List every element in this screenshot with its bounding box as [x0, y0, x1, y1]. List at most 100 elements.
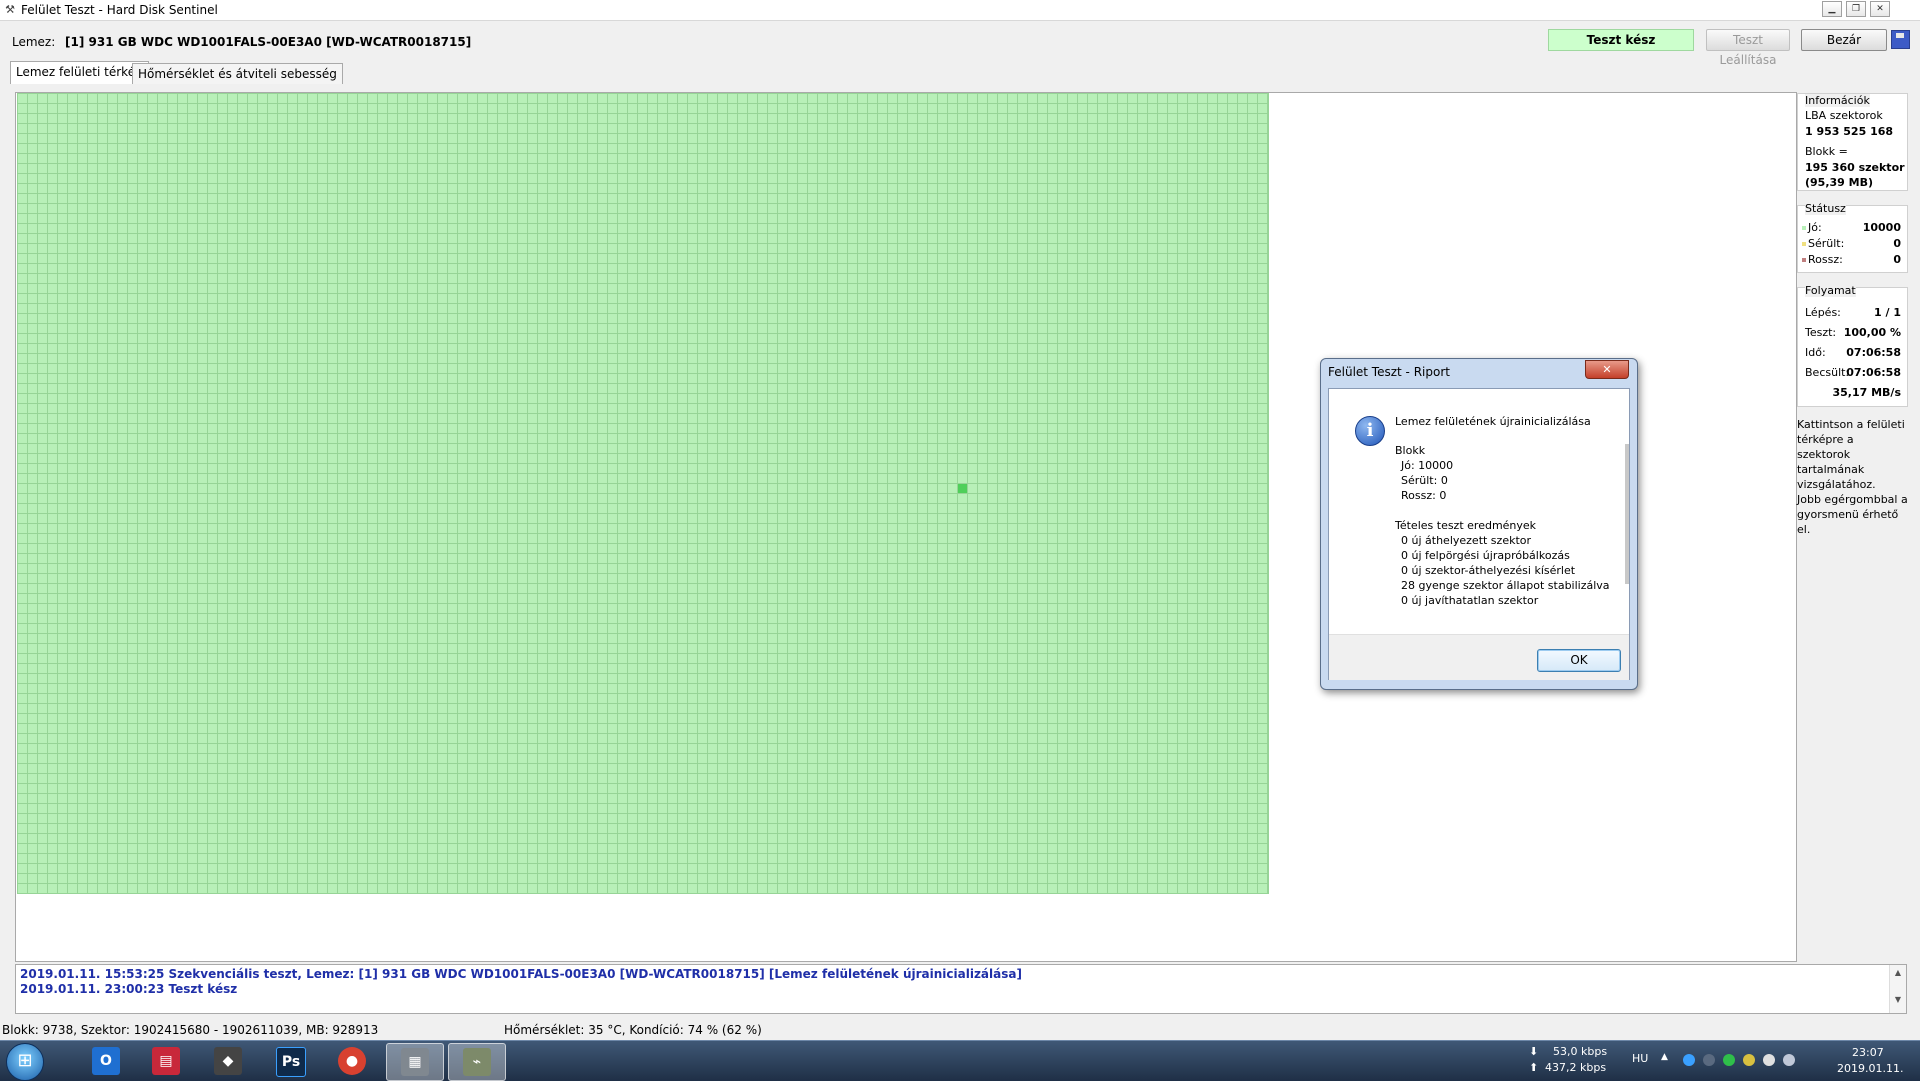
close-icon[interactable]: ✕ — [1870, 1, 1890, 17]
upload-arrow-icon: ⬆ — [1529, 1061, 1539, 1074]
dialog-result: 0 új áthelyezett szektor — [1401, 534, 1532, 547]
dialog-title: Felület Teszt - Riport — [1328, 365, 1450, 379]
status-title: Státusz — [1805, 202, 1846, 215]
dialog-block-good: Jó: 10000 — [1401, 459, 1454, 472]
info-title: Információk — [1805, 94, 1870, 107]
lba-value: 1 953 525 168 — [1805, 125, 1894, 138]
alien-icon: ◆ — [214, 1047, 242, 1075]
log-line: 2019.01.11. 23:00:23 Teszt kész — [20, 982, 238, 996]
hint-click: Kattintson a felületi térképre a szektor… — [1797, 418, 1905, 491]
dialog-result: 0 új szektor-áthelyezési kísérlet — [1401, 564, 1576, 577]
dialog-result: 28 gyenge szektor állapot stabilizálva — [1401, 579, 1610, 592]
dialog-block-title: Blokk — [1395, 444, 1426, 457]
block-label: Blokk = — [1805, 145, 1848, 158]
download-arrow-icon: ⬇ — [1529, 1045, 1539, 1058]
time-label: Idő: — [1805, 346, 1826, 359]
statusbar-block-info: Blokk: 9738, Szektor: 1902415680 - 19026… — [2, 1023, 379, 1037]
language-indicator[interactable]: HU — [1632, 1052, 1648, 1065]
test-value: 100,00 % — [1843, 326, 1901, 339]
start-button[interactable] — [6, 1043, 44, 1081]
tray-volume-icon[interactable] — [1783, 1054, 1795, 1066]
step-value: 1 / 1 — [1874, 306, 1901, 319]
disk-selector[interactable]: [1] 931 GB WDC WD1001FALS-00E3A0 [WD-WCA… — [65, 35, 471, 49]
lba-label: LBA szektorok — [1805, 109, 1883, 122]
photoshop-icon: Ps — [276, 1047, 306, 1077]
hint-right-click: Jobb egérgombbal a gyorsmenü érhető el. — [1797, 493, 1908, 536]
time-value: 07:06:58 — [1846, 346, 1901, 359]
log-line: 2019.01.11. 15:53:25 Szekvenciális teszt… — [20, 967, 1022, 981]
test-label: Teszt: — [1805, 326, 1837, 339]
net-up: 437,2 kbps — [1545, 1061, 1607, 1074]
hd-sentinel-icon: ⌁ — [463, 1048, 491, 1076]
damaged-legend — [1802, 242, 1806, 246]
dialog-result: 0 új felpörgési újrapróbálkozás — [1401, 549, 1570, 562]
status-bad-value: 0 — [1893, 253, 1901, 266]
disk-tool-icon: ▦ — [401, 1048, 429, 1076]
status-bad-row: Rossz: — [1802, 253, 1843, 266]
taskbar-app-outlook[interactable]: O — [78, 1043, 134, 1079]
save-icon[interactable] — [1891, 30, 1910, 49]
bad-legend — [1802, 258, 1806, 262]
clock-time[interactable]: 23:07 — [1852, 1046, 1884, 1059]
step-label: Lépés: — [1805, 306, 1841, 319]
tray-security-icon[interactable] — [1723, 1054, 1735, 1066]
dialog-body: i Lemez felületének újrainicializálása B… — [1328, 388, 1630, 680]
block-value: 195 360 szektor — [1805, 161, 1905, 174]
app-icon: ⚒ — [5, 3, 15, 16]
info-icon: i — [1355, 416, 1385, 446]
taskbar-app-photoshop[interactable]: Ps — [262, 1043, 318, 1079]
progress-panel: Folyamat Lépés: 1 / 1 Teszt: 100,00 % Id… — [1797, 284, 1908, 407]
current-block — [958, 484, 967, 493]
dialog-block-bad: Rossz: 0 — [1401, 489, 1447, 502]
log-panel[interactable]: 2019.01.11. 15:53:25 Szekvenciális teszt… — [15, 964, 1907, 1014]
status-damaged-value: 0 — [1893, 237, 1901, 250]
tab-temperature[interactable]: Hőmérséklet és átviteli sebesség — [132, 63, 343, 84]
close-button[interactable]: Bezár — [1801, 29, 1887, 51]
good-legend — [1802, 226, 1806, 230]
tray-disk-icon[interactable] — [1703, 1054, 1715, 1066]
tray-flag-icon[interactable] — [1763, 1054, 1775, 1066]
est-value: 07:06:58 — [1846, 366, 1901, 379]
tray-expand-icon[interactable]: ▲ — [1661, 1052, 1668, 1062]
block-mb: (95,39 MB) — [1805, 176, 1874, 189]
taskbar-app-chrome[interactable]: ● — [324, 1043, 380, 1079]
dialog-results-title: Tételes teszt eredmények — [1395, 519, 1537, 532]
report-dialog: Felület Teszt - Riport ✕ i Lemez felület… — [1320, 358, 1638, 690]
clock-date[interactable]: 2019.01.11. — [1837, 1062, 1903, 1075]
maximize-icon[interactable]: ❐ — [1846, 1, 1866, 17]
status-panel: Státusz Jó: 10000 Sérült: 0 Rossz: 0 — [1797, 202, 1908, 273]
stop-test-button[interactable]: Teszt Leállítása — [1706, 29, 1790, 67]
minimize-icon[interactable]: ▁ — [1822, 1, 1842, 17]
test-status-badge: Teszt kész — [1548, 29, 1694, 51]
taskbar-app-save[interactable]: ▤ — [138, 1043, 194, 1079]
dialog-scrollbar[interactable] — [1625, 444, 1629, 584]
status-good-value: 10000 — [1862, 221, 1901, 234]
dialog-result: 0 új javíthatatlan szektor — [1401, 594, 1539, 607]
outlook-icon: O — [92, 1047, 120, 1075]
taskbar-app-alien[interactable]: ◆ — [200, 1043, 256, 1079]
ok-button[interactable]: OK — [1537, 649, 1621, 672]
dialog-close-icon[interactable]: ✕ — [1585, 360, 1629, 379]
statusbar-temperature: Hőmérséklet: 35 °C, Kondíció: 74 % (62 %… — [504, 1023, 762, 1037]
taskbar-app-disk-tool[interactable]: ▦ — [386, 1043, 444, 1081]
net-down: 53,0 kbps — [1553, 1045, 1608, 1058]
disk-label: Lemez: — [12, 35, 56, 49]
tray-chrome-icon[interactable] — [1683, 1054, 1695, 1066]
title-bar: ⚒ Felület Teszt - Hard Disk Sentinel ▁ ❐… — [0, 0, 1920, 21]
tray-network-icon[interactable] — [1743, 1054, 1755, 1066]
status-good-row: Jó: — [1802, 221, 1822, 234]
log-scrollbar[interactable]: ▲ ▼ — [1889, 965, 1906, 1013]
est-label: Becsült: — [1805, 366, 1850, 379]
tab-surface-map[interactable]: Lemez felületi térkép — [10, 61, 149, 84]
floppy-icon: ▤ — [152, 1047, 180, 1075]
surface-map-grid[interactable] — [17, 93, 1269, 894]
taskbar-app-hd-sentinel[interactable]: ⌁ — [448, 1043, 506, 1081]
progress-title: Folyamat — [1805, 284, 1856, 297]
dialog-block-damaged: Sérült: 0 — [1401, 474, 1448, 487]
chrome-icon: ● — [338, 1047, 366, 1075]
dialog-heading: Lemez felületének újrainicializálása — [1395, 415, 1591, 428]
status-damaged-row: Sérült: — [1802, 237, 1844, 250]
window-title: Felület Teszt - Hard Disk Sentinel — [21, 3, 218, 17]
taskbar: O ▤ ◆ Ps ● ▦ ⌁ ⬇ 53,0 kbps ⬆ 437,2 kbps … — [0, 1040, 1920, 1081]
status-bar: Blokk: 9738, Szektor: 1902415680 - 19026… — [0, 1021, 1920, 1039]
